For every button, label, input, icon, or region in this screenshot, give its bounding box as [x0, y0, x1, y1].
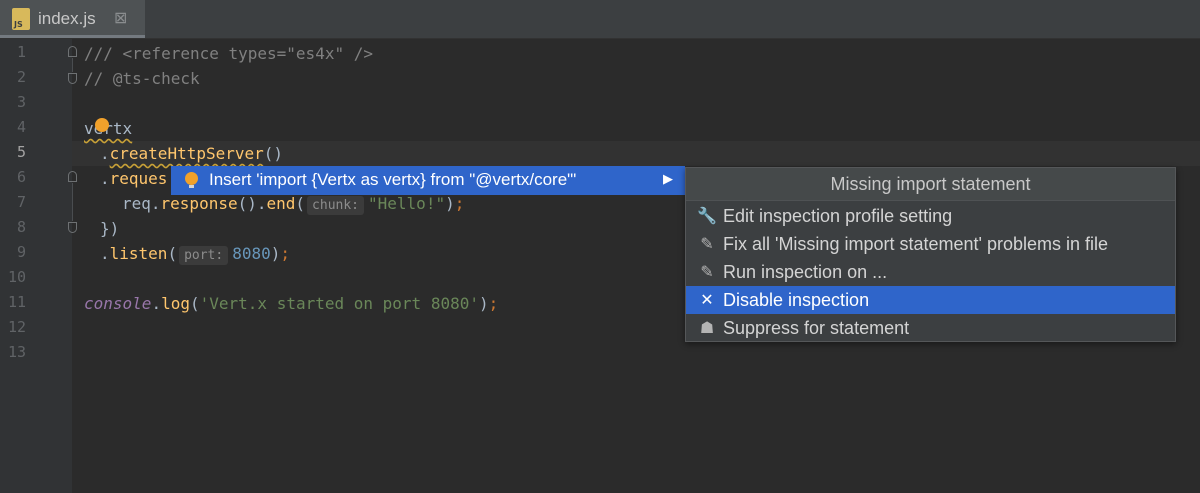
menu-item-suppress-statement[interactable]: ☗ Suppress for statement	[686, 314, 1175, 342]
code-line-9: .listen(port: 8080);	[100, 241, 290, 266]
code-line-1: /// <reference types="es4x" />	[84, 44, 373, 63]
wrench-icon: 🔧	[697, 206, 717, 225]
javascript-file-icon: JS	[12, 8, 30, 30]
menu-item-label: Disable inspection	[723, 290, 870, 310]
code-token: ;	[280, 244, 291, 263]
code-token: ().	[237, 194, 267, 213]
line-number: 8	[16, 218, 26, 236]
line-number: 1	[16, 43, 26, 61]
line-number: 2	[16, 68, 26, 86]
code-line-6: .reques	[100, 166, 167, 191]
submenu-arrow-icon: ▶	[663, 171, 673, 186]
quick-fix-icon: ✎	[700, 234, 714, 253]
fold-marker-icon[interactable]	[68, 171, 77, 182]
code-line-5: .createHttpServer()	[100, 141, 283, 166]
line-number: 10	[7, 268, 26, 286]
line-number: 13	[7, 343, 26, 361]
line-number: 6	[16, 168, 26, 186]
submenu-title: Missing import statement	[686, 168, 1175, 201]
close-icon: ✕	[700, 290, 714, 309]
menu-item-fix-all-problems[interactable]: ✎ Fix all 'Missing import statement' pro…	[686, 230, 1175, 258]
menu-item-disable-inspection[interactable]: ✕ Disable inspection	[686, 286, 1175, 314]
inspection-submenu: Missing import statement 🔧 Edit inspecti…	[685, 167, 1176, 342]
intention-label: Insert 'import {Vertx as vertx} from "@v…	[209, 170, 577, 189]
code-token: console	[84, 294, 152, 313]
menu-item-label: Fix all 'Missing import statement' probl…	[723, 234, 1108, 254]
code-token: (	[295, 194, 306, 213]
suppress-icon: ☗	[699, 318, 715, 337]
line-number-gutter[interactable]: 1 2 3 4 5 6 7 8 9 10 11 12 13	[0, 39, 72, 493]
code-token: req.	[122, 194, 161, 213]
lightbulb-icon	[185, 172, 198, 188]
code-token: .	[151, 294, 162, 313]
parameter-hint: port:	[179, 246, 229, 265]
fold-marker-icon[interactable]	[68, 73, 77, 84]
fold-marker-icon[interactable]	[68, 46, 77, 57]
code-token: reques	[109, 169, 168, 188]
menu-item-run-inspection[interactable]: ✎ Run inspection on ...	[686, 258, 1175, 286]
quick-fix-icon: ✎	[700, 262, 714, 281]
fold-guide	[72, 183, 73, 221]
code-token: response	[160, 194, 238, 213]
fold-marker-icon[interactable]	[68, 222, 77, 233]
code-token: ;	[454, 194, 465, 213]
code-token: end	[266, 194, 296, 213]
line-number: 11	[7, 293, 26, 311]
line-number-active: 5	[16, 143, 26, 161]
menu-item-label: Edit inspection profile setting	[723, 206, 953, 226]
editor-tab-bar: JS index.js ⊠	[0, 0, 1200, 39]
code-token: .	[100, 169, 110, 188]
code-token: )	[445, 194, 455, 213]
line-number: 9	[16, 243, 26, 261]
code-token: (	[189, 294, 200, 313]
code-token: createHttpServer	[109, 144, 264, 163]
menu-item-label: Run inspection on ...	[723, 262, 888, 282]
code-token: .	[100, 244, 110, 263]
code-token: )	[478, 294, 489, 313]
line-number: 12	[7, 318, 26, 336]
code-token: (	[167, 244, 178, 263]
code-line-2: // @ts-check	[84, 69, 200, 88]
code-token: "Hello!"	[368, 194, 446, 213]
code-token: )	[270, 244, 281, 263]
code-line-4: vertx	[84, 116, 132, 141]
line-number: 3	[16, 93, 26, 111]
close-tab-icon[interactable]: ⊠	[114, 8, 127, 27]
intention-action-insert-import[interactable]: Insert 'import {Vertx as vertx} from "@v…	[171, 166, 685, 195]
code-token: 8080	[232, 244, 271, 263]
code-token: ;	[488, 294, 499, 313]
tab-index-js[interactable]: JS index.js ⊠	[0, 0, 145, 38]
menu-item-edit-inspection-profile[interactable]: 🔧 Edit inspection profile setting	[686, 202, 1175, 230]
code-token: .	[100, 144, 110, 163]
parameter-hint: chunk:	[307, 196, 365, 215]
code-token: 'Vert.x started on port 8080'	[199, 294, 479, 313]
fold-guide	[72, 58, 73, 72]
code-line-11: console.log('Vert.x started on port 8080…	[84, 291, 498, 316]
tab-title: index.js	[38, 9, 96, 28]
code-line-8: })	[100, 219, 120, 238]
lightbulb-icon[interactable]	[95, 118, 109, 132]
code-token: ()	[263, 144, 284, 163]
line-number: 7	[16, 193, 26, 211]
line-number: 4	[16, 118, 26, 136]
code-token: log	[161, 294, 190, 313]
menu-item-label: Suppress for statement	[723, 318, 910, 338]
code-token: listen	[109, 244, 168, 263]
